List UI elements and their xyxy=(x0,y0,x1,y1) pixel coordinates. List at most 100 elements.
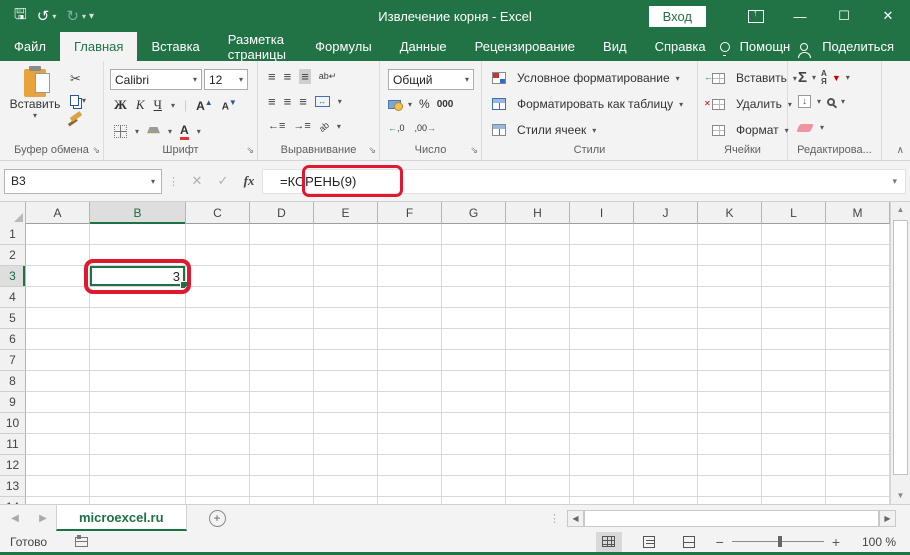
cell-E9[interactable] xyxy=(314,392,378,413)
clipboard-dialog-launcher-icon[interactable]: ⇘ xyxy=(92,145,100,156)
cell-H7[interactable] xyxy=(506,350,570,371)
paste-dropdown-icon[interactable]: ▾ xyxy=(33,111,37,120)
cell-B10[interactable] xyxy=(90,413,186,434)
cell-J10[interactable] xyxy=(634,413,698,434)
redo-icon[interactable]: ↻ xyxy=(66,7,79,25)
align-top-icon[interactable]: ≡ xyxy=(268,70,276,83)
name-box-dropdown-icon[interactable]: ▾ xyxy=(151,177,155,186)
delete-cells-button[interactable]: Удалить xyxy=(736,97,782,111)
orientation-dropdown-icon[interactable]: ▾ xyxy=(337,122,341,131)
column-header-B[interactable]: B xyxy=(90,202,186,224)
cell-D5[interactable] xyxy=(250,308,314,329)
close-button[interactable]: ✕ xyxy=(866,0,910,32)
cell-F2[interactable] xyxy=(378,245,442,266)
increase-decimal-icon[interactable]: ←,0 xyxy=(388,123,405,133)
cell-K7[interactable] xyxy=(698,350,762,371)
horizontal-scroll-thumb[interactable] xyxy=(584,509,879,527)
cell-G12[interactable] xyxy=(442,455,506,476)
cell-I3[interactable] xyxy=(570,266,634,287)
cell-B7[interactable] xyxy=(90,350,186,371)
underline-dropdown-icon[interactable]: ▾ xyxy=(171,101,175,110)
cell-H4[interactable] xyxy=(506,287,570,308)
cell-J4[interactable] xyxy=(634,287,698,308)
cell-J2[interactable] xyxy=(634,245,698,266)
cell-C6[interactable] xyxy=(186,329,250,350)
page-break-view-button[interactable] xyxy=(676,532,702,552)
minimize-button[interactable]: — xyxy=(778,0,822,32)
cell-M12[interactable] xyxy=(826,455,890,476)
cell-A12[interactable] xyxy=(26,455,90,476)
row-header-9[interactable]: 9 xyxy=(0,392,26,413)
autosum-dropdown-icon[interactable]: ▾ xyxy=(812,73,816,82)
clear-dropdown-icon[interactable]: ▾ xyxy=(820,123,824,132)
cell-L11[interactable] xyxy=(762,434,826,455)
undo-icon[interactable]: ↺ xyxy=(37,7,50,25)
decrease-indent-icon[interactable]: ←≡ xyxy=(268,121,285,132)
cell-D2[interactable] xyxy=(250,245,314,266)
cell-B11[interactable] xyxy=(90,434,186,455)
cell-A3[interactable] xyxy=(26,266,90,287)
fill-color-dropdown-icon[interactable]: ▾ xyxy=(168,127,172,136)
cell-D8[interactable] xyxy=(250,371,314,392)
redo-dropdown-icon[interactable]: ▾ xyxy=(82,12,86,21)
row-header-14[interactable]: 14 xyxy=(0,497,26,504)
scroll-up-icon[interactable]: ▲ xyxy=(891,202,910,218)
find-dropdown-icon[interactable]: ▾ xyxy=(841,97,845,106)
cell-F13[interactable] xyxy=(378,476,442,497)
align-left-icon[interactable]: ≡ xyxy=(268,95,276,108)
cell-G11[interactable] xyxy=(442,434,506,455)
macro-record-icon[interactable] xyxy=(75,534,89,547)
tab-review[interactable]: Рецензирование xyxy=(461,32,589,61)
cell-styles-button[interactable]: Стили ячеек xyxy=(517,123,586,137)
cell-G5[interactable] xyxy=(442,308,506,329)
row-header-1[interactable]: 1 xyxy=(0,224,26,245)
cell-F14[interactable] xyxy=(378,497,442,504)
cell-M11[interactable] xyxy=(826,434,890,455)
row-header-5[interactable]: 5 xyxy=(0,308,26,329)
copy-icon[interactable] xyxy=(70,94,79,106)
autosum-icon[interactable]: Σ xyxy=(798,69,807,86)
cell-G9[interactable] xyxy=(442,392,506,413)
page-layout-view-button[interactable] xyxy=(636,532,662,552)
cell-I5[interactable] xyxy=(570,308,634,329)
cell-G14[interactable] xyxy=(442,497,506,504)
confirm-entry-icon[interactable]: ✓ xyxy=(210,173,236,189)
cell-I1[interactable] xyxy=(570,224,634,245)
align-right-icon[interactable]: ≡ xyxy=(299,95,307,108)
cell-H11[interactable] xyxy=(506,434,570,455)
cell-H12[interactable] xyxy=(506,455,570,476)
cell-M3[interactable] xyxy=(826,266,890,287)
column-header-H[interactable]: H xyxy=(506,202,570,224)
cell-E4[interactable] xyxy=(314,287,378,308)
bold-button[interactable]: Ж xyxy=(114,97,127,113)
cell-M1[interactable] xyxy=(826,224,890,245)
column-header-A[interactable]: A xyxy=(26,202,90,224)
cell-D4[interactable] xyxy=(250,287,314,308)
format-cells-button[interactable]: Формат xyxy=(736,123,779,137)
ribbon-display-options-button[interactable] xyxy=(734,0,778,32)
cell-L10[interactable] xyxy=(762,413,826,434)
cell-E8[interactable] xyxy=(314,371,378,392)
cell-D9[interactable] xyxy=(250,392,314,413)
cell-A7[interactable] xyxy=(26,350,90,371)
scroll-right-icon[interactable]: ▶ xyxy=(879,509,896,527)
cell-K2[interactable] xyxy=(698,245,762,266)
cell-G1[interactable] xyxy=(442,224,506,245)
cell-C9[interactable] xyxy=(186,392,250,413)
decrease-decimal-icon[interactable]: ,00→ xyxy=(415,123,437,133)
zoom-in-button[interactable]: + xyxy=(832,534,840,550)
cell-L5[interactable] xyxy=(762,308,826,329)
increase-indent-icon[interactable]: →≡ xyxy=(293,121,310,132)
sort-filter-icon[interactable]: АЯ xyxy=(821,70,827,85)
cell-D3[interactable] xyxy=(250,266,314,287)
cell-A11[interactable] xyxy=(26,434,90,455)
cell-D7[interactable] xyxy=(250,350,314,371)
column-header-L[interactable]: L xyxy=(762,202,826,224)
cell-C3[interactable] xyxy=(186,266,250,287)
format-painter-icon[interactable] xyxy=(69,110,83,122)
cell-A4[interactable] xyxy=(26,287,90,308)
conditional-formatting-dropdown-icon[interactable]: ▾ xyxy=(676,74,680,83)
cell-styles-dropdown-icon[interactable]: ▾ xyxy=(592,126,596,135)
cell-F1[interactable] xyxy=(378,224,442,245)
tab-formulas[interactable]: Формулы xyxy=(301,32,386,61)
